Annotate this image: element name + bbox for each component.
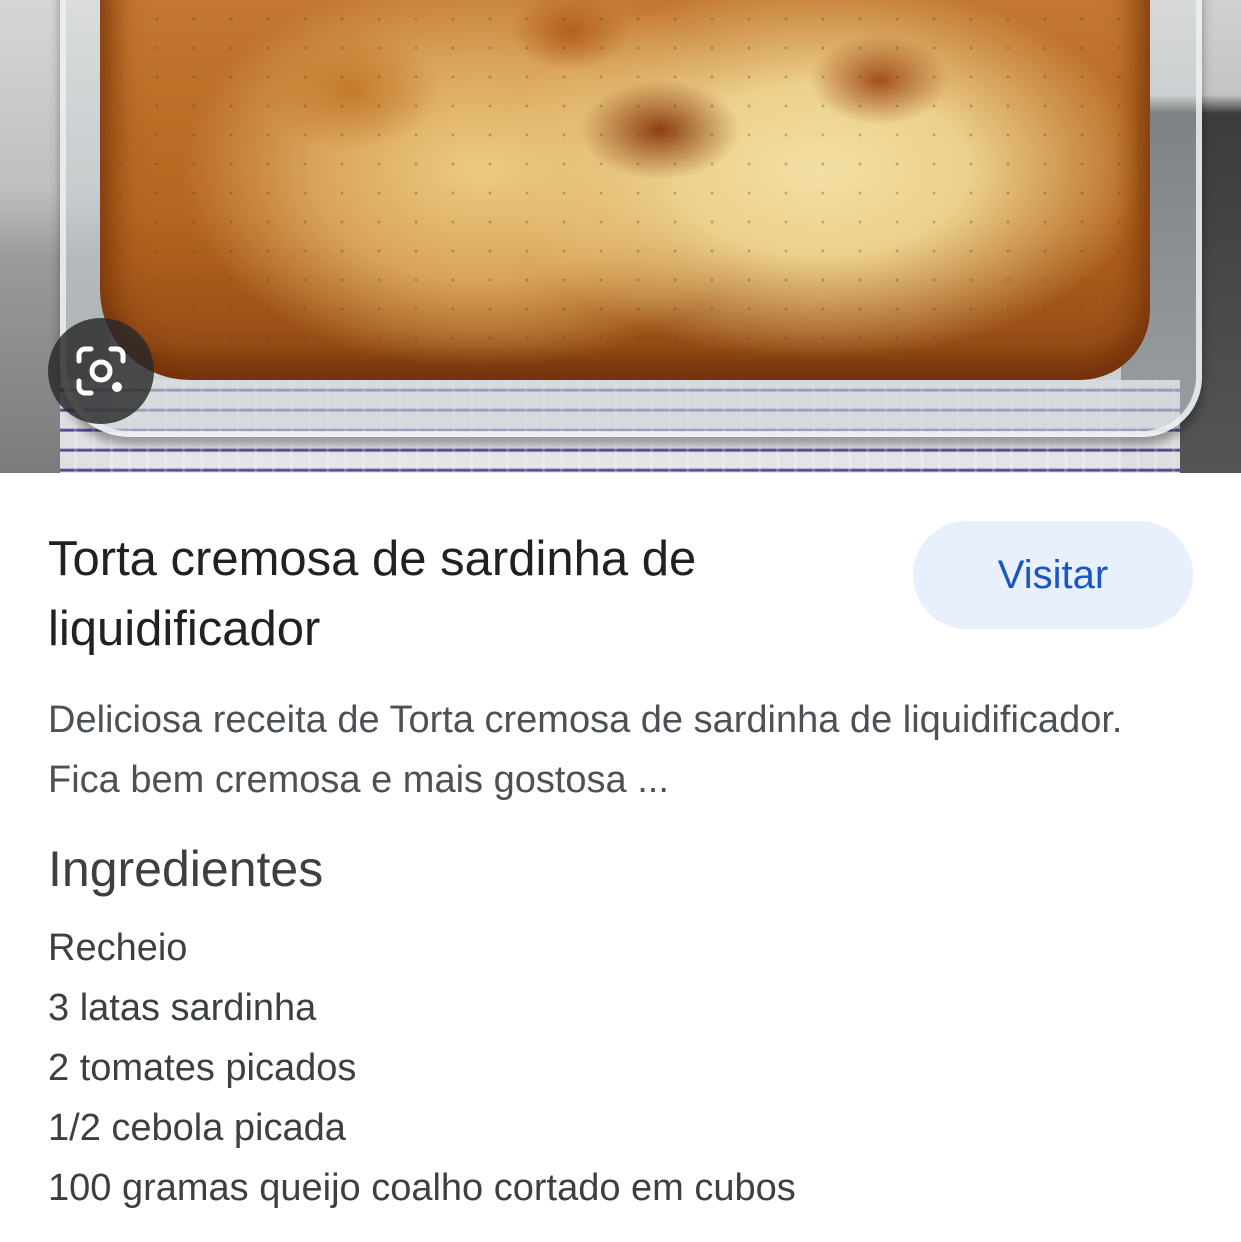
ingredients-heading: Ingredientes <box>48 841 324 897</box>
sardine-pie <box>100 0 1150 380</box>
google-lens-icon <box>76 346 126 396</box>
ingredient-item: 100 gramas queijo coalho cortado em cubo… <box>48 1167 796 1209</box>
recipe-description: Deliciosa receita de Torta cremosa de sa… <box>48 699 1123 801</box>
ingredient-item: 1/2 cebola picada <box>48 1107 346 1149</box>
recipe-photo[interactable] <box>0 0 1241 473</box>
recipe-title[interactable]: Torta cremosa de sardinha de liquidifica… <box>48 524 848 664</box>
ingredient-item: 3 latas sardinha <box>48 987 317 1029</box>
recipe-card: Torta cremosa de sardinha de liquidifica… <box>0 0 1241 1242</box>
ingredient-item: Recheio <box>48 927 188 969</box>
ingredients-list: Recheio 3 latas sardinha 2 tomates picad… <box>48 918 1198 1218</box>
ingredient-item: 2 tomates picados <box>48 1047 357 1089</box>
lens-search-button[interactable] <box>48 318 154 424</box>
visit-button[interactable]: Visitar <box>913 521 1193 629</box>
